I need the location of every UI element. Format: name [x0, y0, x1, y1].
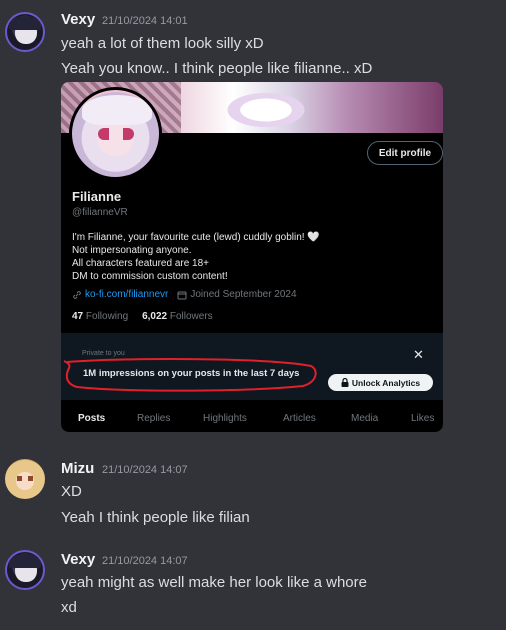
profile-handle: @filianneVR [72, 207, 128, 218]
followers-label: Followers [169, 311, 213, 322]
profile-bio: I'm Filianne, your favourite cute (lewd)… [72, 231, 320, 283]
username[interactable]: Mizu [61, 460, 94, 477]
bio-line: I'm Filianne, your favourite cute (lewd)… [72, 232, 305, 243]
profile-name: Filianne [72, 189, 122, 204]
heart-icon: 🤍 [307, 232, 320, 243]
tab-likes: Likes [411, 413, 435, 424]
tab-highlights: Highlights [203, 413, 247, 424]
profile-picture [69, 87, 162, 180]
bio-line: DM to commission custom content! [72, 271, 228, 282]
red-annotation-circle [63, 358, 317, 392]
profile-tabs: Posts Replies Highlights Articles Media … [61, 404, 443, 432]
calendar-icon [177, 291, 187, 299]
joined-date: Joined September 2024 [190, 289, 297, 300]
message-text: yeah might as well make her look like a … [61, 574, 367, 591]
following-label: Following [85, 311, 129, 322]
followers-count: 6,022 [142, 311, 168, 322]
message-text: xd [61, 599, 77, 616]
unlock-label: Unlock Analytics [351, 377, 421, 388]
message-text: Yeah I think people like filian [61, 509, 250, 526]
lock-icon [341, 378, 349, 387]
avatar[interactable] [5, 459, 45, 499]
follow-counts: 47 Following 6,022 Followers [72, 311, 213, 322]
tab-replies: Replies [137, 413, 171, 424]
tab-articles: Articles [283, 413, 316, 424]
following-count: 47 [72, 311, 84, 322]
message-text: Yeah you know.. I think people like fili… [61, 60, 373, 77]
profile-link: ko-fi.com/filiannevr [85, 289, 169, 300]
edit-profile-button: Edit profile [367, 141, 443, 165]
timestamp: 21/10/2024 14:07 [102, 464, 188, 476]
bio-line: Not impersonating anyone. [72, 245, 192, 256]
message-text: XD [61, 483, 82, 500]
username[interactable]: Vexy [61, 11, 95, 28]
close-icon: ✕ [413, 347, 424, 362]
message-text: yeah a lot of them look silly xD [61, 35, 264, 52]
link-icon [73, 290, 81, 299]
tab-media: Media [351, 413, 379, 424]
timestamp: 21/10/2024 14:07 [102, 555, 188, 567]
unlock-analytics-button: Unlock Analytics [328, 374, 433, 391]
avatar[interactable] [5, 550, 45, 590]
avatar[interactable] [5, 12, 45, 52]
profile-meta: ko-fi.com/filiannevr Joined September 20… [72, 289, 297, 300]
tab-posts: Posts [78, 413, 106, 424]
bio-line: All characters featured are 18+ [72, 258, 210, 269]
timestamp: 21/10/2024 14:01 [102, 15, 188, 27]
username[interactable]: Vexy [61, 551, 95, 568]
embedded-image[interactable]: Edit profile Filianne @filianneVR I'm Fi… [61, 82, 443, 432]
